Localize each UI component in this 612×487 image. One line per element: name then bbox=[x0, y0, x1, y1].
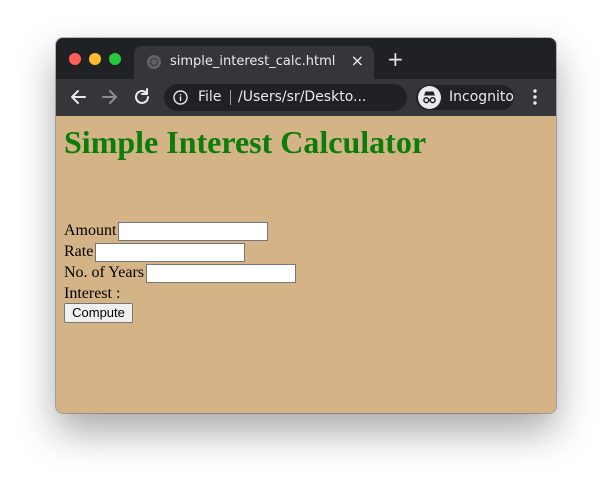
globe-icon bbox=[147, 55, 161, 69]
years-input[interactable] bbox=[146, 263, 296, 283]
tab-strip: simple_interest_calc.html × + bbox=[56, 38, 556, 79]
rate-input[interactable] bbox=[95, 242, 246, 262]
tab-active[interactable]: simple_interest_calc.html × bbox=[134, 46, 374, 79]
incognito-label: Incognito bbox=[449, 89, 514, 105]
zoom-window-button[interactable] bbox=[109, 53, 121, 65]
scheme-label: File bbox=[198, 89, 222, 105]
years-row: No. of Years bbox=[64, 262, 296, 283]
page-content: Simple Interest Calculator Amount Rate N… bbox=[56, 116, 556, 413]
browser-toolbar: File /Users/sr/Deskto... Incognito bbox=[56, 79, 556, 116]
minimize-window-button[interactable] bbox=[89, 53, 101, 65]
page-title: Simple Interest Calculator bbox=[64, 124, 427, 160]
url-text[interactable]: /Users/sr/Deskto... bbox=[238, 89, 366, 105]
omnibox-divider bbox=[230, 90, 231, 105]
forward-arrow-icon[interactable] bbox=[99, 86, 121, 108]
incognito-icon bbox=[418, 86, 441, 109]
back-arrow-icon[interactable] bbox=[67, 86, 89, 108]
tab-title: simple_interest_calc.html bbox=[170, 54, 336, 69]
rate-row: Rate bbox=[64, 241, 246, 262]
kebab-menu-icon[interactable] bbox=[526, 87, 544, 107]
years-label: No. of Years bbox=[64, 264, 144, 281]
tab-close-button[interactable]: × bbox=[351, 51, 364, 71]
amount-label: Amount bbox=[64, 222, 117, 239]
incognito-indicator[interactable]: Incognito bbox=[416, 85, 514, 110]
info-icon[interactable] bbox=[173, 90, 188, 105]
close-window-button[interactable] bbox=[69, 53, 81, 65]
interest-label: Interest : bbox=[64, 285, 121, 302]
browser-window: simple_interest_calc.html × + File /User… bbox=[56, 38, 556, 413]
amount-row: Amount bbox=[64, 220, 269, 241]
rate-label: Rate bbox=[64, 243, 94, 260]
compute-button[interactable]: Compute bbox=[64, 303, 133, 323]
reload-icon[interactable] bbox=[131, 86, 153, 108]
address-bar[interactable]: File /Users/sr/Deskto... bbox=[164, 84, 505, 111]
amount-input[interactable] bbox=[118, 221, 269, 241]
new-tab-button[interactable]: + bbox=[387, 49, 404, 69]
interest-row: Interest : bbox=[64, 283, 120, 304]
